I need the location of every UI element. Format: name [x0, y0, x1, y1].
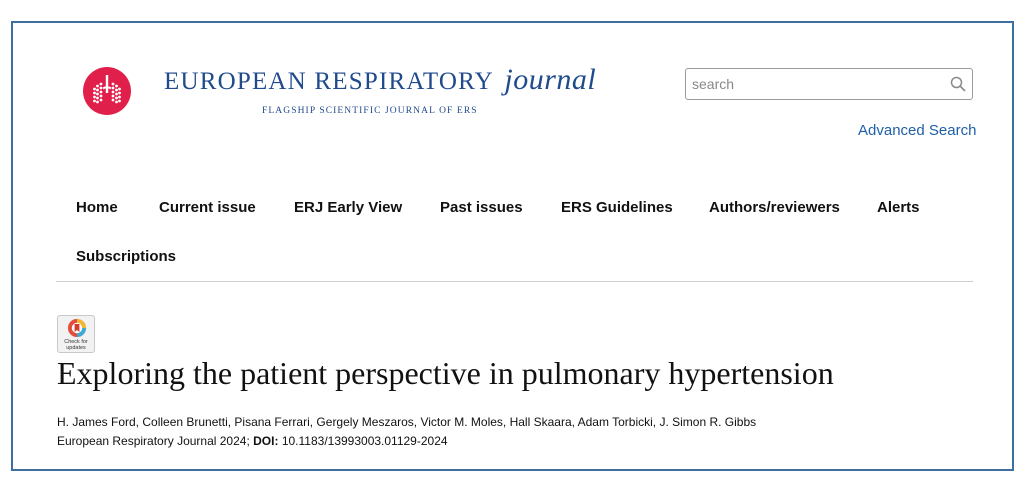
- journal-title-text: EUROPEAN RESPIRATORY: [164, 68, 493, 95]
- citation-source: European Respiratory Journal 2024;: [57, 434, 250, 448]
- lungs-logo-icon[interactable]: [83, 67, 131, 115]
- page-frame: EUROPEAN RESPIRATORY journal FLAGSHIP SC…: [11, 21, 1014, 471]
- nav-item-home[interactable]: Home: [76, 199, 118, 216]
- article-citation: European Respiratory Journal 2024; DOI: …: [57, 434, 448, 448]
- advanced-search-link[interactable]: Advanced Search: [858, 122, 976, 139]
- check-for-updates-button[interactable]: Check for updates: [57, 315, 95, 353]
- journal-title[interactable]: EUROPEAN RESPIRATORY journal: [164, 63, 596, 97]
- article-authors: H. James Ford, Colleen Brunetti, Pisana …: [57, 415, 757, 429]
- nav-item-past-issues[interactable]: Past issues: [440, 199, 523, 216]
- search-icon[interactable]: [950, 76, 966, 92]
- article-title: Exploring the patient perspective in pul…: [57, 355, 834, 391]
- journal-tagline: FLAGSHIP SCIENTIFIC JOURNAL OF ERS: [262, 106, 478, 116]
- journal-title-italic: journal: [504, 63, 597, 96]
- check-for-updates-label: Check for updates: [64, 339, 88, 351]
- nav-item-ers-guidelines[interactable]: ERS Guidelines: [561, 199, 673, 216]
- search-box: [685, 68, 973, 100]
- nav-item-subscriptions[interactable]: Subscriptions: [76, 248, 176, 265]
- nav-item-alerts[interactable]: Alerts: [877, 199, 920, 216]
- crossmark-icon: [67, 318, 87, 338]
- doi-label: DOI:: [253, 434, 279, 448]
- nav-item-current-issue[interactable]: Current issue: [159, 199, 256, 216]
- nav-item-authors-reviewers[interactable]: Authors/reviewers: [709, 199, 840, 216]
- doi-value[interactable]: 10.1183/13993003.01129-2024: [282, 434, 448, 448]
- search-input[interactable]: [686, 69, 936, 99]
- nav-divider: [56, 281, 973, 282]
- nav-item-erj-early-view[interactable]: ERJ Early View: [294, 199, 402, 216]
